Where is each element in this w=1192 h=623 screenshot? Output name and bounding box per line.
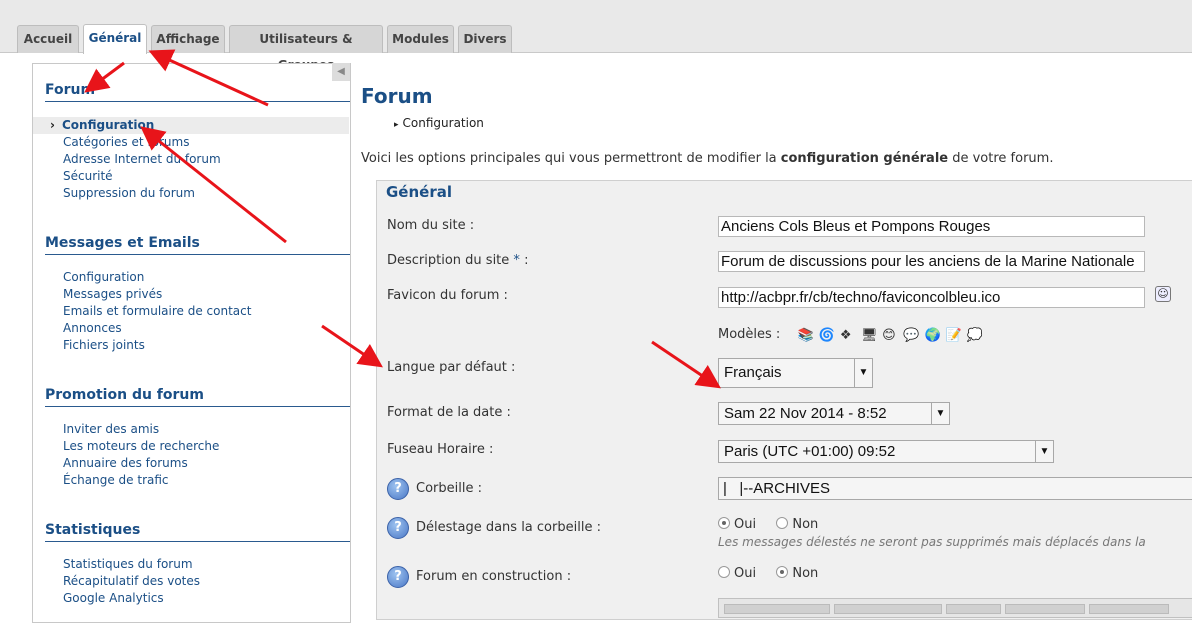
intro-part: Voici les options principales qui vous p… <box>361 151 781 166</box>
model-chat-icon[interactable]: 💭 <box>967 328 983 343</box>
tab-divers[interactable]: Divers <box>458 25 512 53</box>
delestage-radio-group: Oui Non <box>718 517 818 532</box>
dropdown-arrow-icon: ▼ <box>931 403 949 424</box>
toolbar-segment[interactable] <box>834 604 942 614</box>
sidebar-item-stats[interactable]: Statistiques du forum <box>63 556 193 573</box>
model-swirl-icon[interactable]: 🌀 <box>819 328 835 343</box>
model-monitor-icon[interactable]: 🖥 <box>861 328 878 343</box>
model-pattern-icon[interactable]: ❖ <box>840 328 854 343</box>
radio-label: Non <box>792 517 819 532</box>
site-desc-text: Description du site <box>387 253 510 268</box>
toolbar-segment[interactable] <box>1005 604 1085 614</box>
chevron-right-icon: › <box>50 118 55 132</box>
date-label: Format de la date : <box>387 405 511 420</box>
delestage-non-radio[interactable] <box>776 517 789 529</box>
toolbar-segment[interactable] <box>1089 604 1169 614</box>
sidebar-item-emails[interactable]: Emails et formulaire de contact <box>63 303 251 320</box>
radio-label: Non <box>792 566 819 581</box>
sidebar-item-analytics[interactable]: Google Analytics <box>63 590 164 607</box>
sidebar-item-annonces[interactable]: Annonces <box>63 320 122 337</box>
delestage-hint: Les messages délestés ne seront pas supp… <box>718 535 1146 549</box>
timezone-select[interactable]: Paris (UTC +01:00) 09:52 ▼ <box>718 440 1054 463</box>
sidebar-item-messages-prives[interactable]: Messages privés <box>63 286 162 303</box>
page-title: Forum <box>361 84 433 108</box>
construction-label: Forum en construction : <box>416 569 572 584</box>
model-books-icon[interactable]: 📚 <box>798 328 814 343</box>
radio-label: Oui <box>734 517 757 532</box>
site-desc-colon: : <box>524 253 529 268</box>
help-icon[interactable]: ? <box>387 517 409 539</box>
construction-oui-radio[interactable] <box>718 566 730 578</box>
model-smiley-icon[interactable]: 😊 <box>882 328 896 343</box>
modeles-label: Modèles : <box>718 327 781 342</box>
toolbar-segment[interactable] <box>946 604 1001 614</box>
panel-title: Général <box>386 183 452 201</box>
breadcrumb-current: Configuration <box>402 116 484 130</box>
construction-radio-group: Oui Non <box>718 566 818 581</box>
favicon-input[interactable]: http://acbpr.fr/cb/techno/faviconcolbleu… <box>718 287 1145 308</box>
timezone-value: Paris (UTC +01:00) 09:52 <box>724 443 896 460</box>
collapse-sidebar-icon[interactable]: ◀ <box>332 63 350 81</box>
corbeille-value: | |--ARCHIVES <box>723 480 830 497</box>
tab-utilisateurs-groupes[interactable]: Utilisateurs & Groupes <box>229 25 383 72</box>
model-globe-icon[interactable]: 🌍 <box>924 328 940 343</box>
date-format-select[interactable]: Sam 22 Nov 2014 - 8:52 ▼ <box>718 402 950 425</box>
intro-text: Voici les options principales qui vous p… <box>361 151 1053 166</box>
tab-accueil[interactable]: Accueil <box>17 25 79 53</box>
sidebar-section-promotion: Promotion du forum <box>45 387 350 407</box>
tab-modules[interactable]: Modules <box>387 25 454 53</box>
required-star: * <box>513 253 520 268</box>
tab-general[interactable]: Général <box>83 24 147 54</box>
construction-non-radio[interactable] <box>776 566 789 578</box>
sidebar-item-label: Configuration <box>62 118 155 132</box>
sidebar-item-msg-configuration[interactable]: Configuration <box>63 269 144 286</box>
radio-label: Oui <box>734 566 757 581</box>
settings-panel <box>376 180 1192 620</box>
model-bubble-icon[interactable]: 💬 <box>903 328 919 343</box>
corbeille-select[interactable]: | |--ARCHIVES <box>718 477 1192 500</box>
site-desc-label: Description du site * : <box>387 253 528 268</box>
breadcrumb: ▸ Configuration <box>394 116 484 130</box>
sidebar-item-echange[interactable]: Échange de trafic <box>63 472 169 489</box>
delestage-label: Délestage dans la corbeille : <box>416 520 601 535</box>
site-name-label: Nom du site : <box>387 218 475 233</box>
favicon-preview-icon[interactable]: ☺ <box>1155 286 1171 302</box>
date-value: Sam 22 Nov 2014 - 8:52 <box>724 405 887 422</box>
sidebar-item-votes[interactable]: Récapitulatif des votes <box>63 573 200 590</box>
sidebar-section-messages: Messages et Emails <box>45 235 350 255</box>
intro-bold: configuration générale <box>780 151 949 166</box>
tab-bar: Accueil Général Affichage Utilisateurs &… <box>0 0 1192 72</box>
dropdown-arrow-icon: ▼ <box>854 359 872 387</box>
langue-value: Français <box>724 364 782 381</box>
tab-affichage[interactable]: Affichage <box>151 25 225 53</box>
sidebar-item-categories[interactable]: Catégories et forums <box>63 134 189 151</box>
langue-select[interactable]: Français ▼ <box>718 358 873 388</box>
sidebar-item-inviter[interactable]: Inviter des amis <box>63 421 159 438</box>
sidebar-item-adresse[interactable]: Adresse Internet du forum <box>63 151 221 168</box>
sidebar-section-forum: Forum <box>45 82 350 102</box>
sidebar-item-fichiers[interactable]: Fichiers joints <box>63 337 145 354</box>
sidebar-item-suppression[interactable]: Suppression du forum <box>63 185 195 202</box>
langue-label: Langue par défaut : <box>387 360 516 375</box>
corbeille-label: Corbeille : <box>416 481 482 496</box>
intro-part: de votre forum. <box>948 151 1054 166</box>
timezone-label: Fuseau Horaire : <box>387 442 494 457</box>
sidebar-item-configuration[interactable]: › Configuration <box>33 117 349 134</box>
bullet-icon: ▸ <box>394 120 399 130</box>
sidebar-section-statistiques: Statistiques <box>45 522 350 542</box>
help-icon[interactable]: ? <box>387 566 409 588</box>
site-name-input[interactable]: Anciens Cols Bleus et Pompons Rouges <box>718 216 1145 237</box>
model-note-icon[interactable]: 📝 <box>946 328 962 343</box>
modeles-row: Modèles : 📚 🌀 ❖ 🖥 😊 💬 🌍 📝 💭 <box>718 327 983 343</box>
help-icon[interactable]: ? <box>387 478 409 500</box>
delestage-oui-radio[interactable] <box>718 517 730 529</box>
favicon-label: Favicon du forum : <box>387 288 508 303</box>
sidebar-item-securite[interactable]: Sécurité <box>63 168 113 185</box>
sidebar-item-annuaire[interactable]: Annuaire des forums <box>63 455 188 472</box>
sidebar-item-moteurs[interactable]: Les moteurs de recherche <box>63 438 219 455</box>
dropdown-arrow-icon: ▼ <box>1035 441 1053 462</box>
toolbar-segment[interactable] <box>724 604 830 614</box>
site-desc-input[interactable]: Forum de discussions pour les anciens de… <box>718 251 1145 272</box>
